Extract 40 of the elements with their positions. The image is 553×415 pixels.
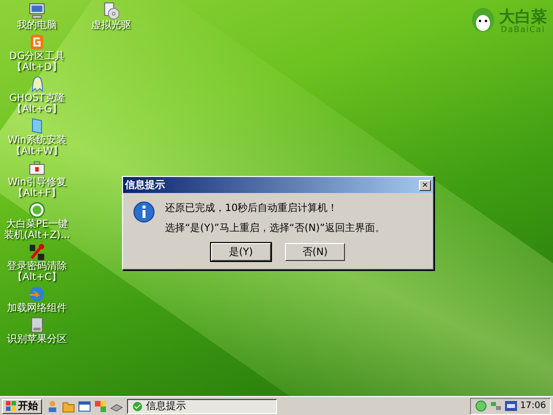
window-icon[interactable] [78,400,91,412]
icon-label[interactable]: 【Alt+D】 [12,62,62,73]
icon-label[interactable]: 【Alt+W】 [11,146,63,157]
logo-text: 大白菜 [499,8,547,24]
icon-label[interactable]: 装机(Alt+Z)... [4,230,70,241]
hard-drive-icon[interactable] [28,316,46,334]
icon-label[interactable]: 加载网络组件 [7,303,67,314]
icon-label[interactable]: Win系统安装 [8,135,66,146]
close-button[interactable]: × [419,180,431,190]
letter-g-icon[interactable] [28,33,46,51]
dialog-title: 信息提示 [125,178,165,192]
icon-label[interactable]: Win引导修复 [8,177,66,188]
icon-label[interactable]: 我的电脑 [17,20,57,31]
icon-label[interactable]: 大白菜PE一键 [6,219,68,230]
check-icon [132,400,143,412]
dialog-button[interactable]: 是(Y) [211,243,271,261]
icon-label[interactable]: DG分区工具 [9,51,65,62]
dialog-button[interactable]: 否(N) [285,243,345,261]
start-button[interactable]: 开始 [2,398,42,414]
clock: 17:06 [520,401,546,411]
folder-icon[interactable] [62,400,75,412]
logo-subtitle: DaBaiCai [500,24,546,34]
toolbox-icon[interactable] [28,159,46,177]
icon-label[interactable]: GHOST克隆 [9,93,65,104]
icon-label[interactable]: 【Alt+C】 [12,272,62,283]
four-squares-icon [6,401,16,411]
icon-label[interactable]: 【Alt+G】 [12,104,62,115]
icon-label[interactable]: 登录密码清除 [7,261,67,272]
info-icon [133,201,155,223]
person-icon[interactable] [46,400,59,412]
icon-label[interactable]: 虚拟光驱 [91,20,131,31]
icon-label[interactable]: 【Alt+F】 [13,188,61,199]
dialog-message: 还原已完成，10秒后自动重启计算机！ [165,202,339,215]
disc-icon[interactable] [102,2,120,20]
computer-icon[interactable] [28,2,46,20]
keyboard-layout-icon[interactable] [505,400,518,412]
dialog-message: 选择“是(Y)”马上重启，选择“否(N)”返回主界面。 [165,222,385,235]
icon-label[interactable]: 识别苹果分区 [7,334,67,345]
taskbar-task[interactable]: 信息提示 [127,398,277,414]
network-icon[interactable] [490,400,502,412]
